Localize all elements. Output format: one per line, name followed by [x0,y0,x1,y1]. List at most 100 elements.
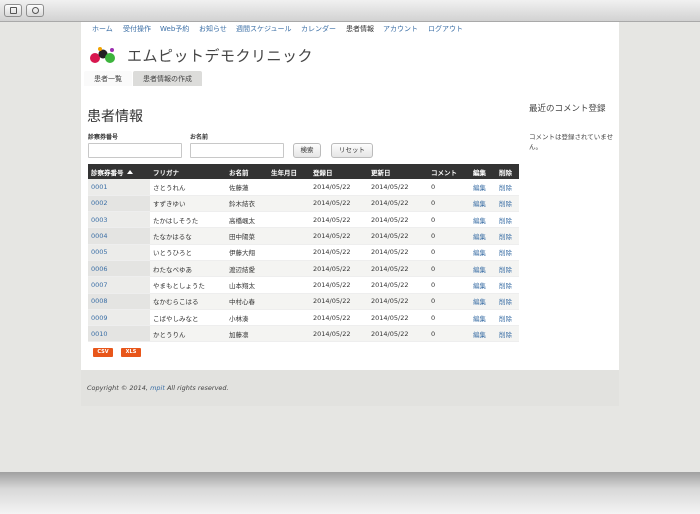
column-header-card-number[interactable]: 診察券番号 [88,164,150,179]
name-input[interactable] [190,143,284,158]
nav-item-web-reservation[interactable]: Web予約 [160,24,189,34]
nav-item-patient-info[interactable]: 患者情報 [346,24,374,34]
edit-link[interactable]: 編集 [473,200,486,208]
xls-export-button[interactable]: XLS [121,348,141,357]
table-row: 0006 わたなべゆあ 渡辺結愛 2014/05/22 2014/05/22 0 編集 削除 [88,260,519,278]
edit-link[interactable]: 編集 [473,233,486,241]
cell-card-number[interactable]: 0002 [91,199,108,207]
footer-company-link[interactable]: mpit [150,384,165,392]
search-button[interactable]: 検索 [293,143,321,158]
cell-card-number[interactable]: 0003 [91,216,108,224]
cell-card-number[interactable]: 0009 [91,314,108,322]
edit-link[interactable]: 編集 [473,266,486,274]
edit-link[interactable]: 編集 [473,282,486,290]
nav-item-reception[interactable]: 受付操作 [123,24,151,34]
delete-link[interactable]: 削除 [499,233,512,241]
cell-kana-cell: かとうりん [150,325,226,343]
delete-link[interactable]: 削除 [499,217,512,225]
nav-item-calendar[interactable]: カレンダー [301,24,336,34]
cell-updated: 2014/05/22 [371,248,409,257]
cell-kana: たなかはるな [153,233,192,242]
cell-created: 2014/05/22 [313,297,351,306]
column-header-kana[interactable]: フリガナ [150,164,226,179]
cell-birthdate-cell [268,211,310,229]
delete-link-cell: 削除 [496,309,519,327]
cell-created-cell: 2014/05/22 [310,309,368,327]
delete-link[interactable]: 削除 [499,331,512,339]
page: ホーム 受付操作 Web予約 お知らせ 週間スケジュール カレンダー 患者情報 … [81,22,619,406]
cell-name: 加藤凛 [229,330,249,339]
table-row: 0003 たかはしそうた 高橋颯太 2014/05/22 2014/05/22 0 編集 削除 [88,211,519,229]
nav-item-weekly-schedule[interactable]: 週間スケジュール [236,24,292,34]
sort-ascending-icon [126,169,133,174]
column-header-updated[interactable]: 更新日 [368,164,428,179]
column-header-label: 診察券番号 [91,168,124,177]
column-header-birthdate[interactable]: 生年月日 [268,164,310,179]
edit-link[interactable]: 編集 [473,249,486,257]
edit-link-cell: 編集 [470,211,496,229]
card-number-input[interactable] [88,143,182,158]
cell-kana-cell: やまもとしょうた [150,276,226,294]
cell-birthdate-cell [268,244,310,261]
cell-created-cell: 2014/05/22 [310,227,368,245]
cell-created-cell: 2014/05/22 [310,244,368,261]
column-header-created[interactable]: 登録日 [310,164,368,179]
cell-kana-cell: なかむらこはる [150,293,226,310]
cell-kana-cell: いとうひろと [150,244,226,261]
cell-comments: 0 [431,264,436,273]
nav-item-account[interactable]: アカウント [383,24,418,34]
cell-card-number[interactable]: 0004 [91,232,108,240]
delete-link[interactable]: 削除 [499,200,512,208]
csv-export-button[interactable]: CSV [93,348,113,357]
reset-button[interactable]: リセット [331,143,373,158]
nav-item-logout[interactable]: ログアウト [428,24,463,34]
browser-reload-button[interactable] [26,4,44,17]
cell-created: 2014/05/22 [313,329,351,338]
cell-card-number[interactable]: 0010 [91,330,108,338]
cell-card-number[interactable]: 0007 [91,281,108,289]
cell-name-cell: 渡辺結愛 [226,260,268,278]
delete-link[interactable]: 削除 [499,315,512,323]
nav-item-news[interactable]: お知らせ [199,24,227,34]
browser-back-button[interactable] [4,4,22,17]
delete-link[interactable]: 削除 [499,184,512,192]
cell-name: 鈴木結衣 [229,200,255,209]
tab-patient-list[interactable]: 患者一覧 [84,71,132,86]
cell-name: 小林湊 [229,314,249,323]
delete-link[interactable]: 削除 [499,266,512,274]
edit-link[interactable]: 編集 [473,217,486,225]
cell-name-cell: 加藤凛 [226,325,268,343]
edit-link[interactable]: 編集 [473,331,486,339]
cell-card-number-cell: 0001 [88,179,150,196]
edit-link[interactable]: 編集 [473,298,486,306]
cell-birthdate-cell [268,179,310,196]
cell-card-number[interactable]: 0008 [91,297,108,305]
cell-updated: 2014/05/22 [371,199,409,208]
cell-updated: 2014/05/22 [371,313,409,322]
edit-link[interactable]: 編集 [473,315,486,323]
back-icon [10,7,17,14]
delete-link-cell: 削除 [496,276,519,294]
delete-link[interactable]: 削除 [499,298,512,306]
delete-link-cell: 削除 [496,244,519,261]
cell-updated: 2014/05/22 [371,215,409,224]
nav-item-home[interactable]: ホーム [92,24,113,34]
cell-created-cell: 2014/05/22 [310,260,368,278]
cell-updated: 2014/05/22 [371,182,409,191]
column-header-name[interactable]: お名前 [226,164,268,179]
tab-create-patient[interactable]: 患者情報の作成 [133,71,202,86]
column-header-comments[interactable]: コメント [428,164,470,179]
main-content: 患者情報 診察券番号 お名前 検索 リセット 診察券番号 フリガナ お名前 生年… [81,86,619,370]
footer-copyright: Copyright © 2014, mpit All rights reserv… [87,384,229,392]
delete-link[interactable]: 削除 [499,249,512,257]
cell-created: 2014/05/22 [313,182,351,191]
edit-link-cell: 編集 [470,309,496,327]
cell-created: 2014/05/22 [313,215,351,224]
delete-link[interactable]: 削除 [499,282,512,290]
cell-comments: 0 [431,248,436,257]
cell-card-number[interactable]: 0005 [91,248,108,256]
cell-name: 伊藤大翔 [229,249,255,258]
cell-card-number[interactable]: 0006 [91,265,108,273]
cell-card-number[interactable]: 0001 [91,183,108,191]
edit-link[interactable]: 編集 [473,184,486,192]
